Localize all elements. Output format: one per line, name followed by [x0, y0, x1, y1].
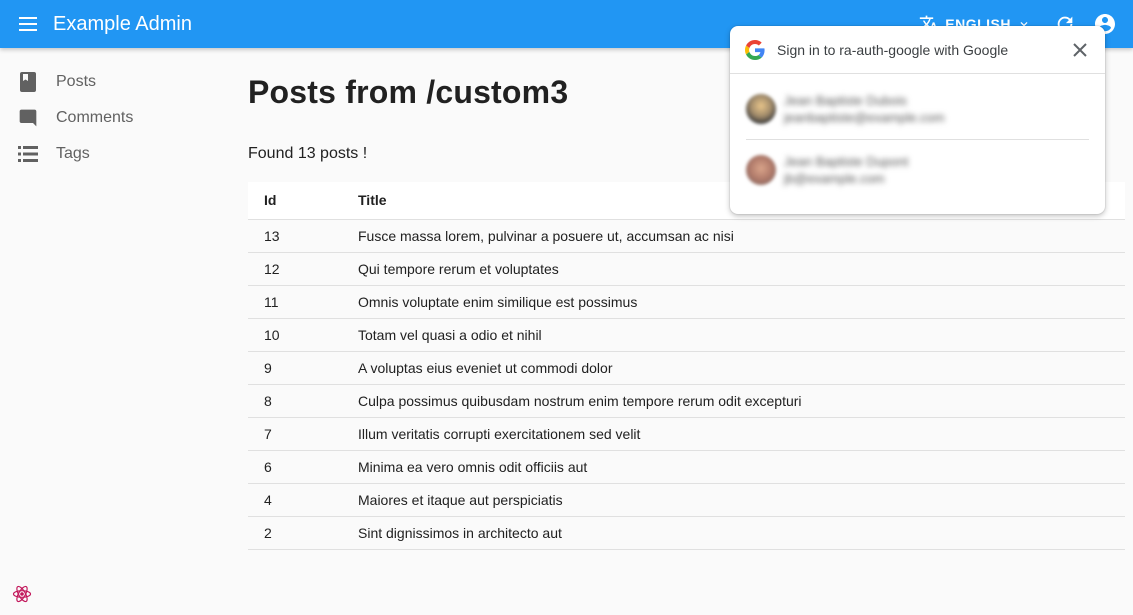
table-row[interactable]: 7 Illum veritatis corrupti exercitationem…: [248, 417, 1125, 451]
list-icon: [18, 144, 38, 164]
table-row[interactable]: 13 Fusce massa lorem, pulvinar a posuere …: [248, 219, 1125, 253]
google-logo-icon: [745, 39, 765, 60]
cell-title: Minima ea vero omnis odit officiis aut: [342, 450, 1125, 484]
avatar: [746, 94, 776, 124]
table-row[interactable]: 4 Maiores et itaque aut perspiciatis: [248, 483, 1125, 517]
menu-button[interactable]: [0, 0, 56, 48]
table-row[interactable]: 6 Minima ea vero omnis odit officiis aut: [248, 450, 1125, 484]
cell-title: A voluptas eius eveniet ut commodi dolor: [342, 351, 1125, 385]
google-signin-popup: Sign in to ra-auth-google with Google Je…: [730, 26, 1105, 214]
popup-title: Sign in to ra-auth-google with Google: [777, 41, 1009, 58]
cell-title: Maiores et itaque aut perspiciatis: [342, 483, 1125, 517]
cell-title: Fusce massa lorem, pulvinar a posuere ut…: [342, 219, 1125, 253]
sidebar: Posts Comments Tags: [0, 64, 240, 172]
cell-id: 6: [248, 450, 342, 484]
sidebar-item-label: Tags: [56, 145, 90, 162]
sidebar-item-posts[interactable]: Posts: [0, 64, 240, 100]
account-name: Jean Baptiste Dupont: [784, 153, 909, 169]
cell-id: 4: [248, 483, 342, 517]
sidebar-item-tags[interactable]: Tags: [0, 136, 240, 172]
table-row[interactable]: 12 Qui tempore rerum et voluptates: [248, 252, 1125, 286]
table-row[interactable]: 2 Sint dignissimos in architecto aut: [248, 516, 1125, 550]
close-button[interactable]: [1069, 39, 1091, 61]
cell-title: Omnis voluptate enim similique est possi…: [342, 285, 1125, 319]
sidebar-item-comments[interactable]: Comments: [0, 100, 240, 136]
cell-title: Totam vel quasi a odio et nihil: [342, 318, 1125, 352]
account-option[interactable]: Jean Baptiste Dubois jeanbaptiste@exampl…: [746, 79, 1089, 139]
cell-id: 10: [248, 318, 342, 352]
cell-title: Qui tempore rerum et voluptates: [342, 252, 1125, 286]
account-email: jb@example.com: [784, 170, 885, 186]
cell-title: Sint dignissimos in architecto aut: [342, 516, 1125, 550]
sidebar-item-label: Comments: [56, 109, 134, 126]
close-icon: [1073, 43, 1087, 57]
cell-title: Illum veritatis corrupti exercitationem …: [342, 417, 1125, 451]
account-name: Jean Baptiste Dubois: [784, 93, 907, 108]
sidebar-item-label: Posts: [56, 73, 97, 90]
react-icon[interactable]: [12, 584, 32, 604]
account-email: jeanbaptiste@example.com: [784, 110, 945, 125]
table-row[interactable]: 11 Omnis voluptate enim similique est pos…: [248, 285, 1125, 319]
cell-id: 13: [248, 219, 342, 253]
column-header-id[interactable]: Id: [248, 182, 342, 220]
table-row[interactable]: 9A voluptas eius eveniet ut commodi dolo…: [248, 351, 1125, 385]
book-icon: [18, 72, 38, 92]
table-row[interactable]: 8 Culpa possimus quibusdam nostrum enim t…: [248, 384, 1125, 418]
cell-id: 8: [248, 384, 342, 418]
account-option[interactable]: Jean Baptiste Dupont jb@example.com: [746, 139, 1089, 199]
popup-header: Sign in to ra-auth-google with Google: [730, 26, 1105, 74]
cell-id: 9: [248, 351, 342, 385]
app-title: Example Admin: [53, 12, 192, 35]
cell-id: 7: [248, 417, 342, 451]
table-row[interactable]: 10 Totam vel quasi a odio et nihil: [248, 318, 1125, 352]
posts-table: Id Title 13 Fusce massa lorem, pulvinar a…: [248, 182, 1125, 550]
comment-icon: [18, 108, 38, 128]
cell-id: 12: [248, 252, 342, 286]
cell-title: Culpa possimus quibusdam nostrum enim te…: [342, 384, 1125, 418]
cell-id: 11: [248, 285, 342, 319]
menu-icon: [19, 17, 37, 31]
cell-id: 2: [248, 516, 342, 550]
avatar: [746, 154, 776, 185]
